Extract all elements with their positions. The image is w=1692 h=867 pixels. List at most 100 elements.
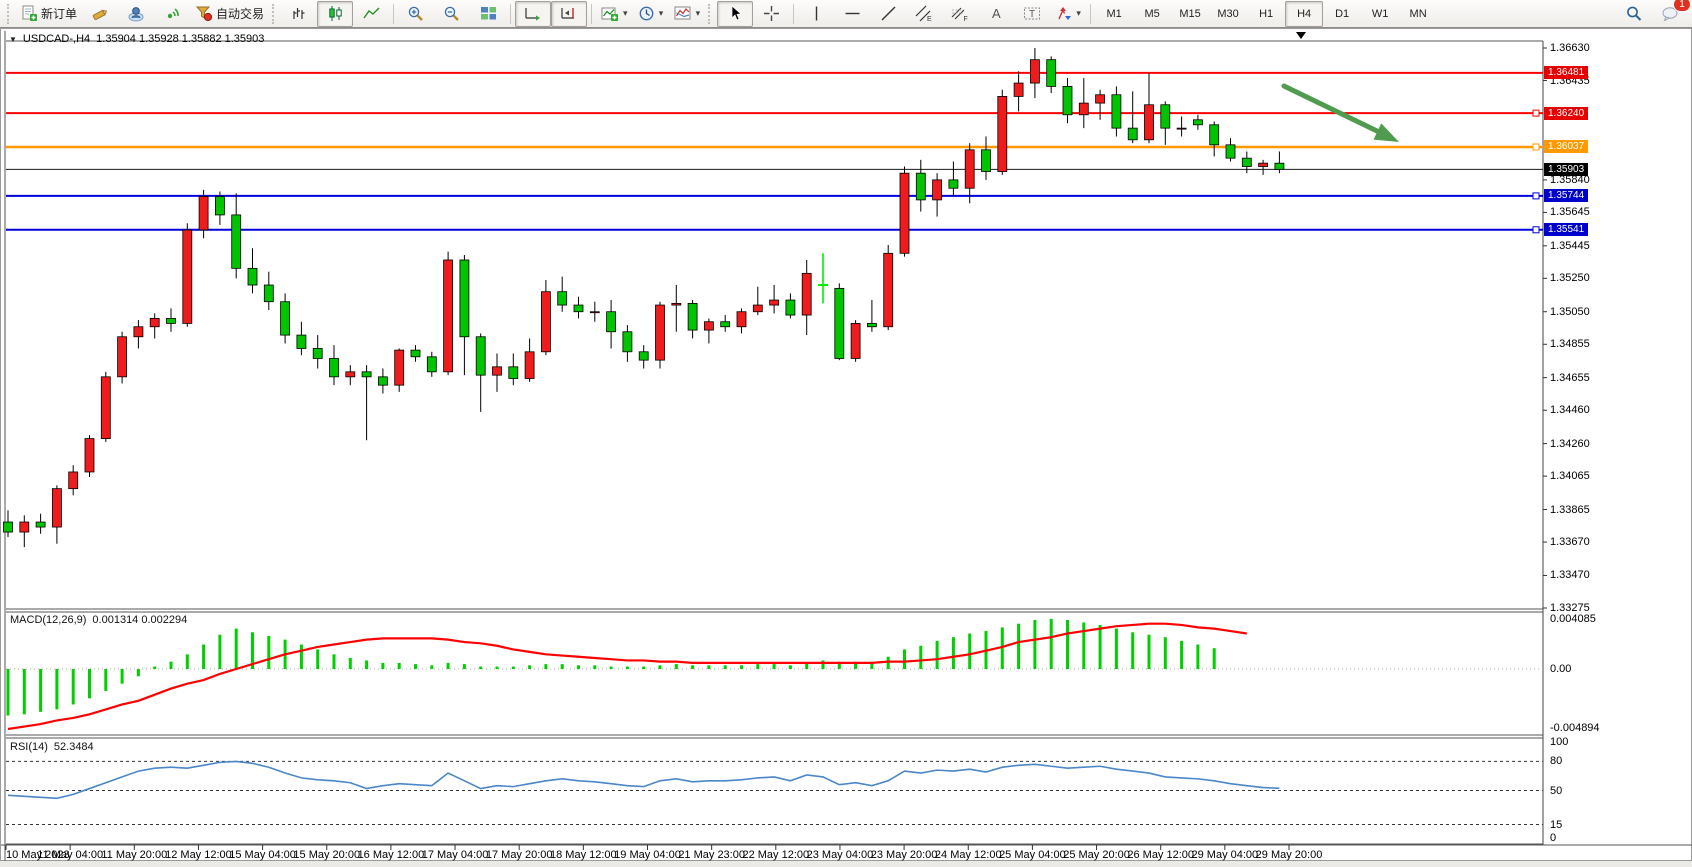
timeframe-h1[interactable]: H1	[1247, 1, 1285, 27]
vertical-line-icon	[809, 5, 824, 22]
auto-trading-icon	[195, 5, 213, 22]
time-axis-label: 15 May 04:00	[229, 849, 296, 861]
arrows-button[interactable]: ▾	[1050, 1, 1086, 27]
candle-body	[574, 305, 583, 312]
chart-title: ▼ USDCAD-,H4 1.35904 1.35928 1.35882 1.3…	[9, 33, 264, 45]
cursor-button[interactable]	[717, 1, 753, 27]
time-axis-label: 23 May 20:00	[871, 849, 938, 861]
trendline-icon	[880, 5, 897, 22]
candle-body	[1079, 103, 1088, 115]
time-axis-label: 26 May 12:00	[1127, 849, 1194, 861]
auto-scroll-button[interactable]	[515, 1, 551, 27]
styles-button[interactable]	[82, 1, 118, 27]
price-tick-label: 1.35050	[1550, 306, 1620, 318]
price-line-handle[interactable]	[1533, 144, 1539, 150]
timeframe-mn[interactable]: MN	[1399, 1, 1437, 27]
candle-body	[786, 300, 795, 315]
candle-body	[101, 377, 110, 439]
timeframe-w1[interactable]: W1	[1361, 1, 1399, 27]
time-axis-label: 24 May 12:00	[935, 849, 1002, 861]
candle-body	[1193, 120, 1202, 125]
candle-body	[297, 335, 306, 348]
bar-chart-type-button[interactable]	[281, 1, 317, 27]
search-button[interactable]	[1616, 1, 1652, 27]
new-order-button[interactable]: 新订单	[16, 1, 82, 27]
text-button[interactable]: A	[978, 1, 1014, 27]
signals-icon	[164, 5, 181, 22]
price-line-handle[interactable]	[1533, 110, 1539, 116]
svg-text:F: F	[964, 16, 968, 22]
candle-body	[688, 303, 697, 330]
toolbar-separator	[510, 4, 511, 24]
periods-button[interactable]: ▾	[633, 1, 669, 27]
candle-body	[525, 352, 534, 379]
timeframe-m1[interactable]: M1	[1095, 1, 1133, 27]
price-line-badge-support-upper: 1.35744	[1544, 189, 1588, 202]
candle-body	[1063, 86, 1072, 114]
candle-body	[248, 268, 257, 285]
timeframe-d1[interactable]: D1	[1323, 1, 1361, 27]
chart-canvas	[1, 29, 1692, 867]
trendline-button[interactable]	[870, 1, 906, 27]
candle-body	[118, 337, 127, 377]
macd-axis-label: -0.004894	[1550, 722, 1625, 734]
candle-body	[493, 367, 502, 375]
crosshair-button[interactable]	[753, 1, 789, 27]
price-tick-label: 1.33670	[1550, 536, 1620, 548]
chart-shift-button[interactable]	[551, 1, 587, 27]
text-label-button[interactable]: T	[1014, 1, 1050, 27]
timeframe-group: M1M5M15M30H1H4D1W1MN	[1095, 1, 1437, 27]
mt4-window: 新订单 自动交易	[0, 0, 1692, 867]
time-axis-label: 17 May 04:00	[422, 849, 489, 861]
trend-arrow-annotation[interactable]	[1284, 86, 1377, 131]
price-line-handle[interactable]	[1533, 227, 1539, 233]
zoom-out-button[interactable]	[434, 1, 470, 27]
time-axis-label: 25 May 04:00	[999, 849, 1066, 861]
zoom-in-button[interactable]	[398, 1, 434, 27]
symbol-dropdown-icon[interactable]: ▼	[9, 35, 17, 44]
template-chart-icon	[674, 5, 692, 22]
timeframe-m15[interactable]: M15	[1171, 1, 1209, 27]
line-chart-type-button[interactable]	[353, 1, 389, 27]
signals-button[interactable]	[154, 1, 190, 27]
trend-arrow-head[interactable]	[1374, 123, 1400, 142]
notifications-button[interactable]: 1	[1652, 1, 1688, 27]
candlestick-type-button[interactable]	[317, 1, 353, 27]
candle-body	[933, 180, 942, 200]
indicators-button[interactable]: ▾	[596, 1, 633, 27]
tile-windows-button[interactable]	[470, 1, 506, 27]
equidistant-channel-button[interactable]: E	[906, 1, 942, 27]
vertical-line-button[interactable]	[798, 1, 834, 27]
candle-body	[183, 230, 192, 323]
auto-scroll-icon	[524, 5, 542, 22]
toolbar-separator	[591, 4, 592, 24]
timeframe-h4[interactable]: H4	[1285, 1, 1323, 27]
candle-body	[900, 173, 909, 253]
fibonacci-button[interactable]: F	[942, 1, 978, 27]
candle-body	[1242, 158, 1251, 166]
candle-body	[851, 323, 860, 358]
chart-shift-marker-icon[interactable]	[1296, 32, 1306, 39]
time-axis-label: 29 May 20:00	[1256, 849, 1323, 861]
candle-body	[395, 350, 404, 385]
candle-body	[232, 215, 241, 268]
timeframe-m5[interactable]: M5	[1133, 1, 1171, 27]
time-axis-label: 11 May 04:00	[37, 849, 103, 861]
time-axis-label: 19 May 04:00	[614, 849, 681, 861]
candle-body	[541, 292, 550, 352]
horizontal-line-button[interactable]	[834, 1, 870, 27]
new-order-icon	[21, 5, 38, 22]
candle-body	[590, 312, 599, 313]
rsi-label: RSI(14) 52.3484	[10, 741, 94, 753]
profile-button[interactable]	[118, 1, 154, 27]
candle-body	[949, 180, 958, 188]
candle-body	[802, 273, 811, 315]
toolbar: 新订单 自动交易	[0, 0, 1692, 28]
rsi-axis-label: 50	[1550, 785, 1625, 797]
price-line-handle[interactable]	[1533, 193, 1539, 199]
timeframe-m30[interactable]: M30	[1209, 1, 1247, 27]
rsi-axis-label: 80	[1550, 755, 1625, 767]
templates-button[interactable]: ▾	[669, 1, 706, 27]
auto-trading-button[interactable]: 自动交易	[190, 1, 269, 27]
time-axis-label: 15 May 20:00	[293, 849, 360, 861]
